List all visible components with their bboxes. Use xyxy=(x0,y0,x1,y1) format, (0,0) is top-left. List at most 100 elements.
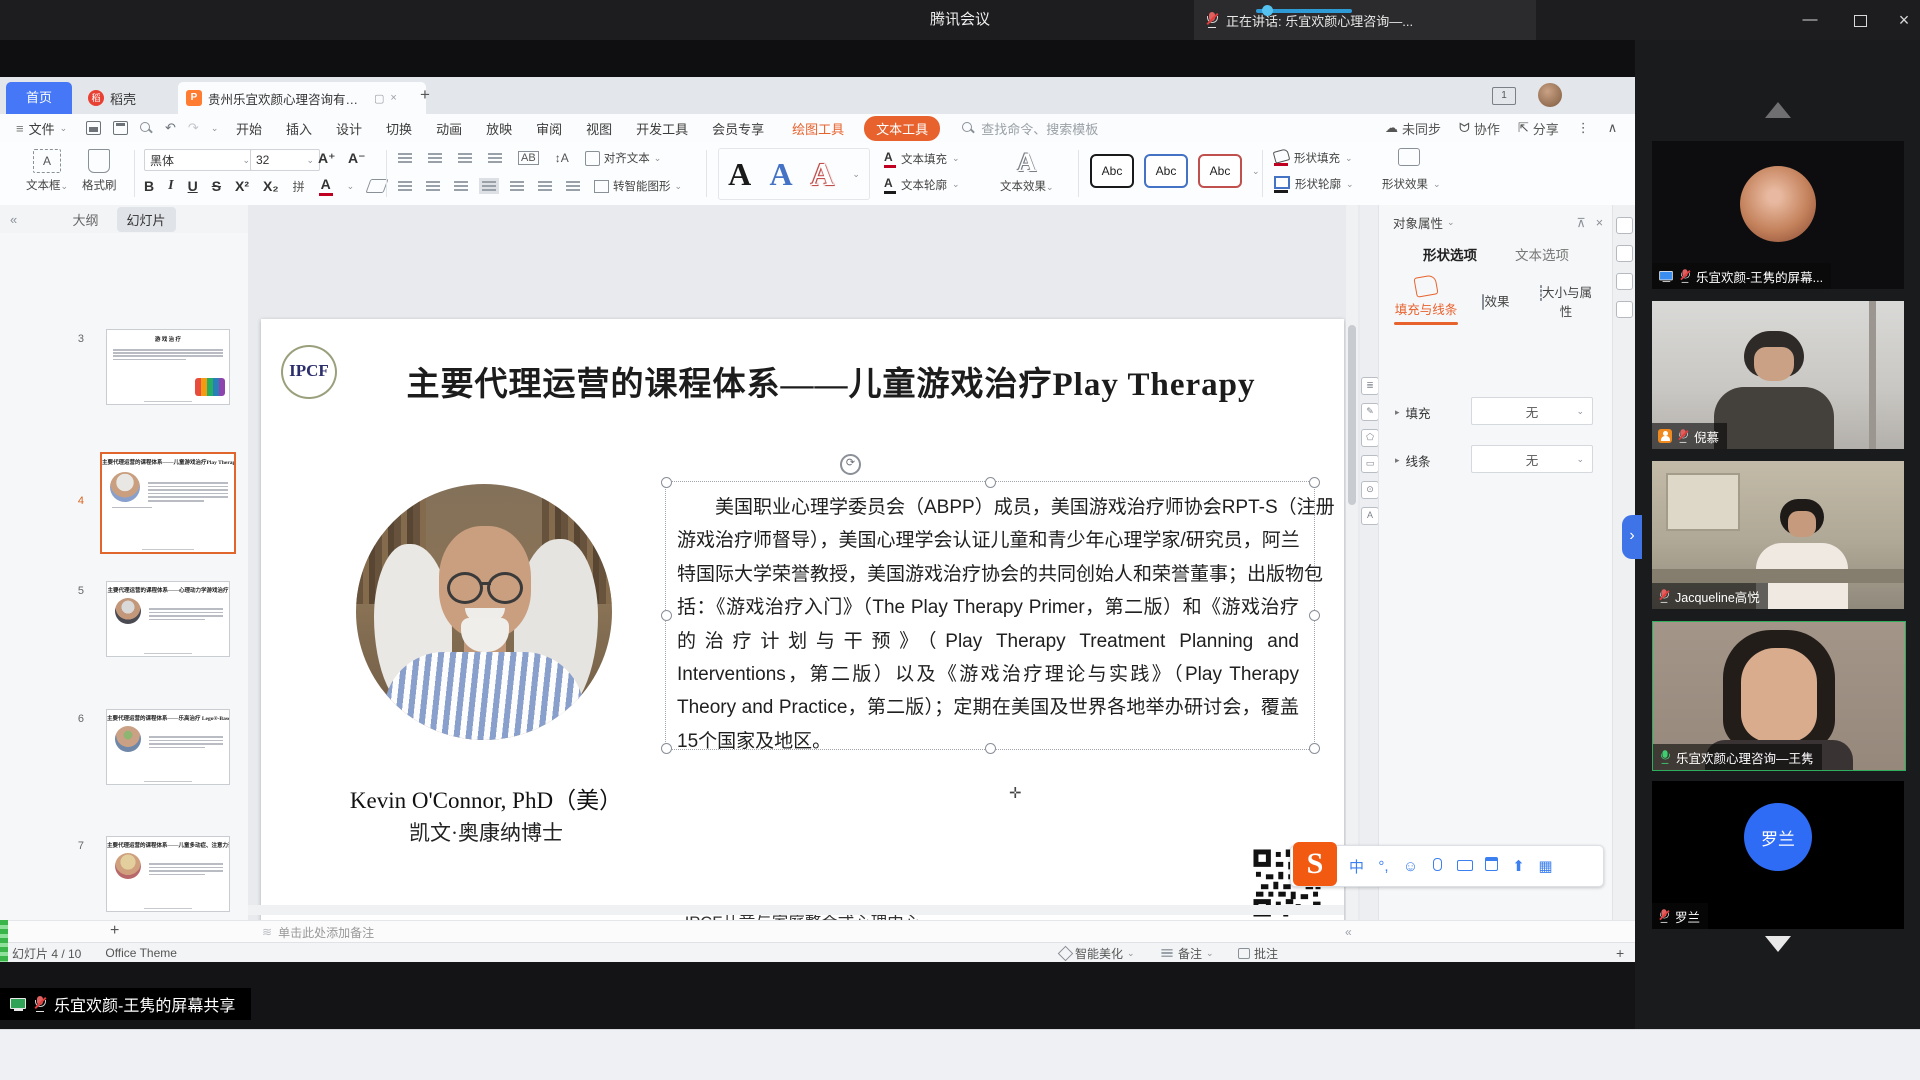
slide-thumbnail-3[interactable]: 游 戏 治 疗 xyxy=(106,329,230,405)
superscript-button[interactable]: X² xyxy=(235,178,249,194)
command-search[interactable]: 查找命令、搜索模板 xyxy=(962,119,1098,138)
maximize-button[interactable] xyxy=(1838,0,1882,40)
scroll-down-icon[interactable] xyxy=(1765,936,1791,952)
tab-document[interactable]: P 贵州乐宜欢颜心理咨询有限公司 ▢ × xyxy=(178,82,426,114)
notes-bar[interactable]: ≋ 单击此处添加备注 « xyxy=(0,920,1897,943)
voice-icon[interactable] xyxy=(1424,858,1451,875)
menu-item[interactable]: 放映 xyxy=(486,119,512,138)
resize-handle-sw[interactable] xyxy=(661,743,672,754)
collapse-ribbon-icon[interactable]: ∧ xyxy=(1608,120,1618,136)
decrease-indent-icon[interactable] xyxy=(458,153,472,163)
participant-tile-1[interactable]: 乐宜欢颜-王隽的屏幕... xyxy=(1652,141,1904,289)
text-style-blue[interactable]: Abc xyxy=(1144,154,1188,188)
increase-indent-icon[interactable] xyxy=(488,153,502,163)
menu-item[interactable]: 切换 xyxy=(386,119,412,138)
pin-tool-icon[interactable]: ⊙ xyxy=(1361,481,1379,499)
menu-item[interactable]: 开始 xyxy=(236,119,262,138)
beautify-button[interactable]: 智能美化⌄ xyxy=(1060,945,1135,962)
subtab-fill-line[interactable]: 填充与线条 xyxy=(1394,276,1458,325)
wordart-blue[interactable]: A xyxy=(770,156,793,193)
print-icon[interactable] xyxy=(113,121,128,135)
rail-help-icon[interactable] xyxy=(1616,301,1633,318)
menu-item[interactable]: 动画 xyxy=(436,119,462,138)
rail-animation-icon[interactable] xyxy=(1616,245,1633,262)
frame-icon[interactable]: ▭ xyxy=(1361,455,1379,473)
slide-body-text[interactable]: 美国职业心理学委员会（ABPP）成员，美国游戏治疗师协会RPT-S（注册游戏治疗… xyxy=(677,491,1299,758)
text-tool-icon[interactable]: A xyxy=(1361,507,1379,525)
sogou-logo[interactable]: S xyxy=(1293,842,1337,886)
tab-docer[interactable]: 稻 稻壳 xyxy=(80,82,176,114)
theme-name[interactable]: Office Theme xyxy=(105,946,177,960)
underline-button[interactable]: U xyxy=(188,178,198,194)
wordart-red-outline[interactable]: A xyxy=(811,156,834,193)
print-preview-icon[interactable] xyxy=(140,122,153,135)
text-outline-button[interactable]: A 文本轮廓⌄ xyxy=(884,176,960,194)
rail-properties-icon[interactable] xyxy=(1616,217,1633,234)
subtab-size-props[interactable]: 大小与属性 xyxy=(1534,282,1598,320)
customize-toolbar-icon[interactable]: ⌄ xyxy=(211,123,219,134)
align-text-button[interactable]: 对齐文本⌄ xyxy=(585,150,662,166)
menu-item[interactable]: 开发工具 xyxy=(636,119,688,138)
collab-button[interactable]: ᗢ协作 xyxy=(1459,119,1500,138)
share-button[interactable]: ⇱分享 xyxy=(1518,119,1559,138)
participant-tile-4[interactable]: 乐宜欢颜心理咨询—王隽 xyxy=(1652,621,1906,771)
text-effect-button[interactable]: A 文本效果⌄ xyxy=(1000,148,1054,194)
more-icon[interactable]: ⋮ xyxy=(1577,120,1590,136)
speaker-name-cn[interactable]: 凯文·奥康纳博士 xyxy=(321,817,651,847)
resize-handle-n[interactable] xyxy=(985,477,996,488)
text-fill-button[interactable]: A 文本填充⌄ xyxy=(884,150,960,168)
resize-handle-ne[interactable] xyxy=(1309,477,1320,488)
line-section-header[interactable]: ▸ 线条 xyxy=(1395,451,1431,470)
bold-button[interactable]: B xyxy=(144,178,154,194)
notes-collapse-icon[interactable]: « xyxy=(1345,925,1352,939)
rail-selection-icon[interactable] xyxy=(1616,273,1633,290)
distribute-icon[interactable] xyxy=(510,181,524,191)
menu-item[interactable]: 设计 xyxy=(336,119,362,138)
slide-title[interactable]: 主要代理运营的课程体系——儿童游戏治疗Play Therapy xyxy=(331,357,1331,405)
tab-home[interactable]: 首页 xyxy=(6,82,72,114)
tab-close-icon[interactable]: × xyxy=(390,92,396,104)
account-avatar[interactable] xyxy=(1538,83,1562,107)
wordart-black[interactable]: A xyxy=(728,156,751,193)
window-switch-icon[interactable]: 1 xyxy=(1492,87,1516,105)
resize-handle-nw[interactable] xyxy=(661,477,672,488)
new-slide-button[interactable]: + xyxy=(110,922,119,940)
comments-button[interactable]: 批注 xyxy=(1238,945,1278,962)
menu-draw-tool[interactable]: 绘图工具 xyxy=(792,119,844,138)
menu-item[interactable]: 会员专享 xyxy=(712,119,764,138)
slide-thumbnail-4-selected[interactable]: 主要代理运营的课程体系——儿童游戏治疗Play Therapy xyxy=(100,452,236,554)
participant-tile-2[interactable]: 倪慕 xyxy=(1652,301,1904,449)
redo-icon[interactable]: ↷ xyxy=(188,120,199,136)
fill-value-select[interactable]: 无 ⌄ xyxy=(1471,397,1593,425)
slide-thumbnail-6[interactable]: 主要代理运营的课程体系——乐高治疗 Lego®-Based Therapy xyxy=(106,709,230,785)
strikethrough-button[interactable]: S xyxy=(212,178,221,194)
menu-item[interactable]: 审阅 xyxy=(536,119,562,138)
undo-icon[interactable]: ↶ xyxy=(165,120,176,136)
participant-tile-5[interactable]: 罗兰 罗兰 xyxy=(1652,781,1904,929)
font-name-select[interactable]: 黑体⌄ xyxy=(144,149,256,171)
tab-shape-options[interactable]: 形状选项 xyxy=(1423,244,1477,264)
slide[interactable]: IPCF 主要代理运营的课程体系——儿童游戏治疗Play Therapy ⟳ xyxy=(261,319,1344,940)
slide-thumbnail-5[interactable]: 主要代理运营的课程体系——心理动力学游戏治疗 xyxy=(106,581,230,657)
keyboard-icon[interactable] xyxy=(1451,858,1478,875)
slide-thumbnail-7[interactable]: 主要代理运营的课程体系——儿童多动症、注意力训练课程 xyxy=(106,836,230,912)
lang-zh-icon[interactable]: 中 xyxy=(1343,856,1370,877)
grow-font-button[interactable]: A⁺ xyxy=(318,150,336,167)
align-left-icon[interactable] xyxy=(398,181,412,191)
resize-handle-se[interactable] xyxy=(1309,743,1320,754)
resize-handle-e[interactable] xyxy=(1309,610,1320,621)
pen-icon[interactable]: ✎ xyxy=(1361,403,1379,421)
vertical-scrollbar[interactable] xyxy=(1346,205,1358,920)
file-menu[interactable]: ≡ 文件 ⌄ xyxy=(16,119,86,138)
format-painter-tool[interactable]: 格式刷 xyxy=(82,149,117,193)
grid-icon[interactable]: ▦ xyxy=(1532,857,1559,875)
tab-slides[interactable]: 幻灯片 xyxy=(117,207,176,232)
close-button[interactable]: × xyxy=(1882,0,1920,40)
menu-item[interactable]: 视图 xyxy=(586,119,612,138)
collapse-panel-icon[interactable]: « xyxy=(10,212,17,227)
skin-icon[interactable]: ⬆ xyxy=(1505,857,1532,875)
menu-text-tool[interactable]: 文本工具 xyxy=(864,116,940,141)
shrink-font-button[interactable]: A⁻ xyxy=(348,150,366,167)
horizontal-scrollbar[interactable] xyxy=(248,905,1344,915)
number-list-icon[interactable] xyxy=(428,153,442,163)
